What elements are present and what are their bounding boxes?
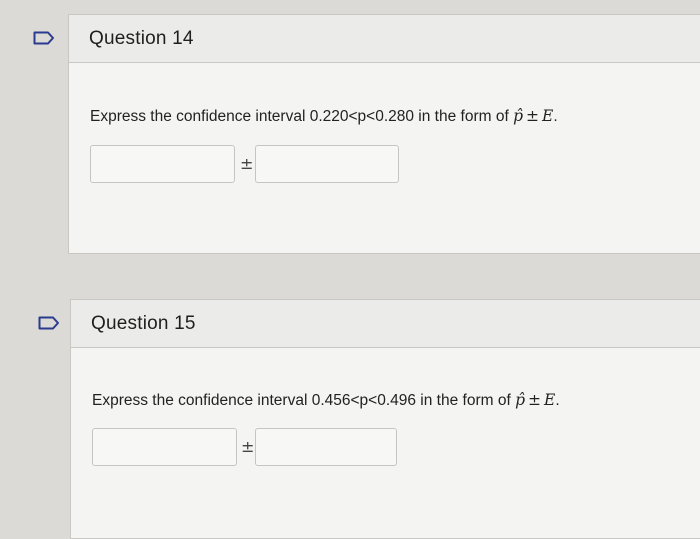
p-hat-symbol: p̂ bbox=[515, 391, 526, 409]
question-header: Question 14 bbox=[69, 15, 700, 63]
question-header: Question 15 bbox=[71, 300, 700, 348]
answer-input-estimate[interactable] bbox=[90, 145, 235, 183]
answer-input-margin[interactable] bbox=[255, 145, 399, 183]
p-hat-symbol: p̂ bbox=[513, 107, 524, 125]
question-prompt: Express the confidence interval 0.456<p<… bbox=[92, 391, 560, 410]
question-card: Question 14 Express the confidence inter… bbox=[68, 14, 700, 254]
prompt-text: Express the confidence interval 0.456<p<… bbox=[92, 392, 516, 409]
plus-minus-symbol: ± bbox=[526, 107, 540, 125]
answer-input-margin[interactable] bbox=[255, 428, 397, 466]
flag-icon[interactable] bbox=[38, 316, 60, 330]
plus-minus-symbol: ± bbox=[528, 391, 542, 409]
question-prompt: Express the confidence interval 0.220<p<… bbox=[90, 107, 558, 126]
plus-minus-sign: ± bbox=[240, 154, 254, 173]
answer-input-estimate[interactable] bbox=[92, 428, 237, 466]
prompt-period: . bbox=[553, 108, 558, 125]
flag-icon[interactable] bbox=[33, 31, 55, 45]
question-card: Question 15 Express the confidence inter… bbox=[70, 299, 700, 539]
question-title: Question 15 bbox=[91, 312, 196, 334]
error-symbol: E bbox=[542, 107, 554, 125]
prompt-text: Express the confidence interval 0.220<p<… bbox=[90, 108, 514, 125]
question-title: Question 14 bbox=[89, 27, 194, 49]
error-symbol: E bbox=[544, 391, 556, 409]
prompt-period: . bbox=[555, 392, 560, 409]
plus-minus-sign: ± bbox=[241, 437, 255, 456]
